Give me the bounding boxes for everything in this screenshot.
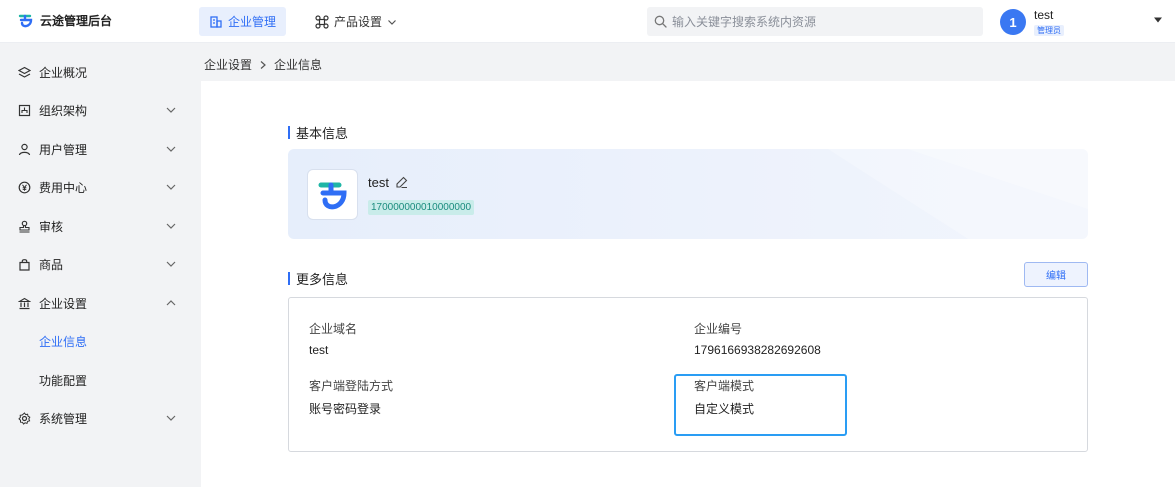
user-name: test [1034,8,1054,22]
app-logo-icon [18,14,33,27]
app-title: 云途管理后台 [40,14,113,28]
org-logo [307,169,358,220]
section-title: 更多信息 [296,272,349,287]
stamp-icon [19,220,30,233]
field-value-domain: test [309,343,329,357]
topnav-label: 企业管理 [228,15,277,29]
search-icon [654,15,667,28]
top-bar: 云途管理后台 企业管理 产品设置 1 test [0,0,1175,43]
section-accent-bar [288,272,290,285]
sidebar-subitem-enterprise-info[interactable]: 企业信息 [0,322,200,360]
field-value-login-method: 账号密码登录 [309,402,382,416]
role-badge: 管理员 [1034,25,1064,36]
global-search[interactable] [647,7,983,36]
gear-icon [18,411,31,425]
section-title: 基本信息 [296,126,349,141]
sidebar-item-enterprise-settings[interactable]: 企业设置 [0,284,200,322]
building-icon [210,15,222,28]
sidebar: 企业概况 组织架构 用户管理 费用中心 审核 商品 企业设置 企业信息 功能配置… [0,43,200,487]
org-name: test [368,175,408,190]
field-label-login-method: 客户端登陆方式 [309,379,394,393]
grid-nodes-icon [315,14,329,29]
chevron-down-icon [166,223,176,229]
topnav-label: 产品设置 [334,15,383,29]
user-icon [18,143,31,155]
decorative-background [828,149,1088,239]
breadcrumb-parent[interactable]: 企业设置 [204,56,252,73]
topnav-enterprise-management[interactable]: 企业管理 [199,7,287,36]
yen-icon [18,181,31,193]
section-accent-bar [288,126,290,139]
search-input[interactable] [672,14,972,29]
org-id-tag: 170000000010000000 [368,200,475,215]
main-content: 基本信息 test 170000000010000000 更多信息 编辑 企业域… [201,81,1175,487]
org-logo-icon [318,182,347,209]
breadcrumb: 企业设置 企业信息 [204,56,322,73]
edit-pen-icon[interactable] [395,176,408,189]
edit-button[interactable]: 编辑 [1024,262,1088,287]
sidebar-item-review[interactable]: 审核 [0,207,200,245]
sidebar-item-overview[interactable]: 企业概况 [0,53,200,91]
basic-info-card: test 170000000010000000 [288,149,1088,239]
sidebar-item-user-management[interactable]: 用户管理 [0,130,200,168]
sidebar-item-label: 商品 [39,257,64,272]
chevron-down-icon [388,19,396,25]
sidebar-subitem-feature-config[interactable]: 功能配置 [0,361,200,399]
sidebar-item-label: 费用中心 [39,180,88,195]
sidebar-item-label: 审核 [39,219,64,234]
sidebar-item-products[interactable]: 商品 [0,245,200,283]
topnav-product-settings[interactable]: 产品设置 [305,7,407,36]
bag-icon [19,258,30,271]
bank-icon [18,297,31,309]
chevron-down-icon [166,261,176,267]
sidebar-item-system-management[interactable]: 系统管理 [0,399,200,437]
chevron-down-icon [166,107,176,113]
caret-down-icon[interactable] [1153,16,1163,24]
field-label-enterprise-number: 企业编号 [694,322,743,336]
field-value-enterprise-number: 1796166938282692608 [694,343,821,357]
sidebar-item-label: 组织架构 [39,103,88,118]
section-basic-info: 基本信息 [288,123,348,142]
client-mode-highlight-box [674,374,847,436]
field-label-domain: 企业域名 [309,322,358,336]
sidebar-item-label: 用户管理 [39,142,88,157]
avatar[interactable]: 1 [1000,9,1026,35]
section-more-info: 更多信息 [288,269,348,288]
user-menu[interactable]: 1 test 管理员 [1000,8,1064,36]
sidebar-item-label: 系统管理 [39,411,88,426]
breadcrumb-current: 企业信息 [274,58,323,72]
org-chart-icon [18,104,31,116]
chevron-down-icon [166,415,176,421]
chevron-down-icon [166,184,176,190]
chevron-up-icon [166,300,176,306]
sidebar-item-label: 企业设置 [39,296,88,311]
org-name-text: test [368,175,389,190]
sidebar-item-billing[interactable]: 费用中心 [0,168,200,206]
app-logo[interactable]: 云途管理后台 [18,12,112,29]
sidebar-item-label: 企业概况 [39,65,88,80]
sidebar-item-org-structure[interactable]: 组织架构 [0,91,200,129]
layers-icon [18,66,31,78]
chevron-right-icon [260,60,266,69]
chevron-down-icon [166,146,176,152]
